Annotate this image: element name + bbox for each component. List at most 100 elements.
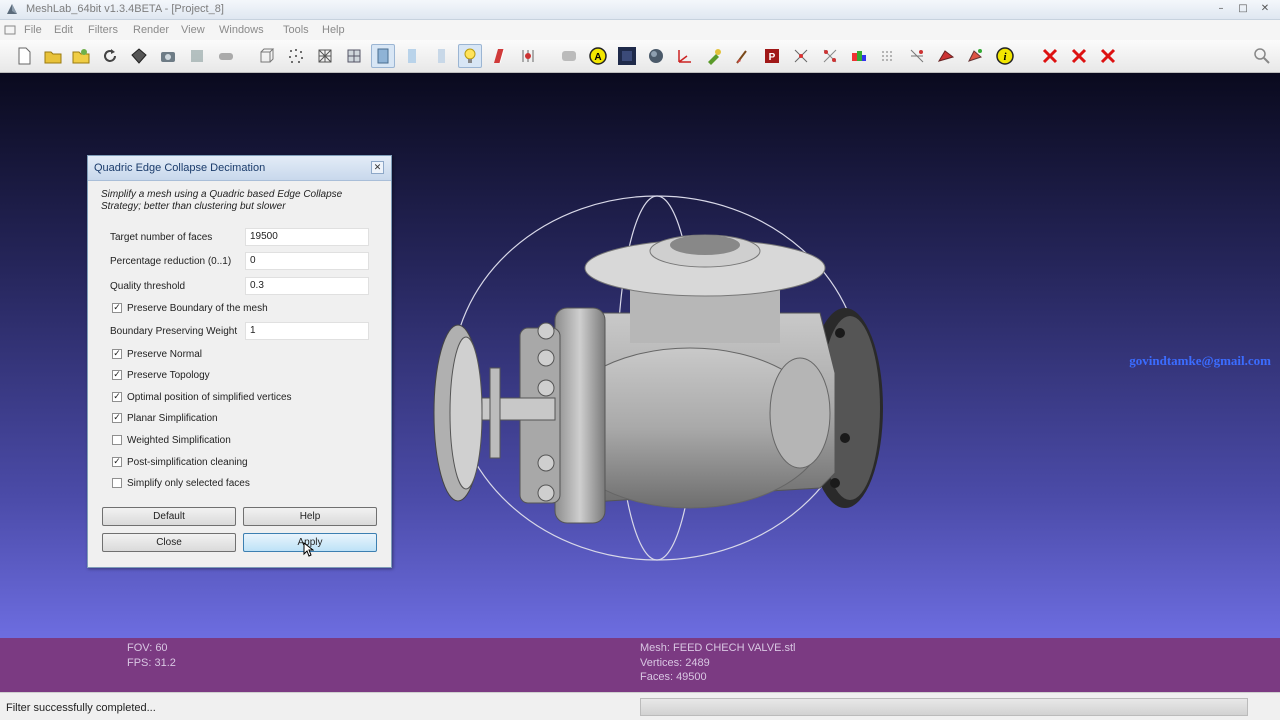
percentage-reduction-label: Percentage reduction (0..1)	[110, 256, 232, 267]
window-title: MeshLab_64bit v1.3.4BETA - [Project_8]	[26, 3, 224, 15]
open-mesh-icon[interactable]	[69, 44, 93, 68]
menu-tools[interactable]: Tools	[283, 24, 309, 36]
preserve-boundary-checkbox[interactable]: ✓ Preserve Boundary of the mesh	[112, 301, 268, 315]
dialog-close-icon[interactable]: ✕	[371, 161, 384, 174]
select-edit-icon[interactable]	[876, 44, 900, 68]
preserve-topology-checkbox[interactable]: ✓ Preserve Topology	[112, 368, 210, 382]
simplify-selected-check[interactable]	[112, 478, 122, 488]
quality-threshold-input[interactable]: 0.3	[245, 277, 369, 295]
face-count: Faces: 49500	[640, 671, 707, 683]
boundary-weight-label: Boundary Preserving Weight	[110, 326, 238, 337]
menu-filters[interactable]: Filters	[88, 24, 118, 36]
preserve-normal-checkbox[interactable]: ✓ Preserve Normal	[112, 347, 202, 361]
preserve-boundary-check[interactable]: ✓	[112, 303, 122, 313]
post-simplification-cleaning-checkbox[interactable]: ✓ Post-simplification cleaning	[112, 455, 248, 469]
weighted-simplification-check[interactable]	[112, 435, 122, 445]
main-toolbar: A P i	[0, 40, 1280, 73]
export-mesh-icon[interactable]	[127, 44, 151, 68]
menu-view[interactable]: View	[181, 24, 205, 36]
sphere-icon[interactable]	[644, 44, 668, 68]
bounding-box-icon[interactable]	[255, 44, 279, 68]
delete-vertices-icon[interactable]	[1096, 44, 1120, 68]
menu-windows[interactable]: Windows	[219, 24, 264, 36]
light-icon[interactable]	[458, 44, 482, 68]
measure-icon[interactable]	[934, 44, 958, 68]
planar-simplification-check[interactable]: ✓	[112, 413, 122, 423]
mdi-window-icon[interactable]	[4, 24, 16, 36]
status-bar: Filter successfully completed...	[0, 692, 1280, 720]
texture-icon[interactable]	[615, 44, 639, 68]
planar-simplification-label: Planar Simplification	[127, 412, 218, 424]
meshlab-app-icon	[7, 4, 17, 14]
weighted-simplification-checkbox[interactable]: Weighted Simplification	[112, 433, 231, 447]
title-bar: MeshLab_64bit v1.3.4BETA - [Project_8] –…	[0, 0, 1280, 20]
axis-icon[interactable]	[673, 44, 697, 68]
optimal-position-checkbox[interactable]: ✓ Optimal position of simplified vertice…	[112, 390, 292, 404]
magnifier-icon[interactable]	[1250, 44, 1274, 68]
optimal-position-check[interactable]: ✓	[112, 392, 122, 402]
delete-faces-icon[interactable]	[1067, 44, 1091, 68]
delete-selection-icon[interactable]	[1038, 44, 1062, 68]
wireframe-icon[interactable]	[313, 44, 337, 68]
fov-readout: FOV: 60	[127, 642, 168, 654]
point-picking-icon[interactable]	[963, 44, 987, 68]
smooth-shading-icon[interactable]	[429, 44, 453, 68]
annotation-icon[interactable]: A	[586, 44, 610, 68]
select-vertices-icon[interactable]	[789, 44, 813, 68]
post-simplification-cleaning-check[interactable]: ✓	[112, 457, 122, 467]
post-simplification-cleaning-label: Post-simplification cleaning	[127, 456, 248, 468]
vertex-count: Vertices: 2489	[640, 657, 710, 669]
open-project-icon[interactable]	[41, 44, 65, 68]
default-button[interactable]: Default	[102, 507, 236, 526]
svg-text:A: A	[594, 52, 601, 63]
mouse-cursor-icon	[303, 542, 314, 557]
select-faces-icon[interactable]	[818, 44, 842, 68]
info-plugin-icon[interactable]	[557, 44, 581, 68]
percentage-reduction-input[interactable]: 0	[245, 252, 369, 270]
menu-render[interactable]: Render	[133, 24, 169, 36]
snapshot-icon[interactable]	[156, 44, 180, 68]
hidden-lines-icon[interactable]	[342, 44, 366, 68]
maximize-icon[interactable]: □	[1234, 2, 1252, 16]
quality-threshold-label: Quality threshold	[110, 281, 186, 292]
weighted-simplification-label: Weighted Simplification	[127, 434, 231, 446]
layer-icon[interactable]: P	[760, 44, 784, 68]
simplify-selected-checkbox[interactable]: Simplify only selected faces	[112, 476, 250, 490]
help-button[interactable]: Help	[243, 507, 377, 526]
boundary-weight-input[interactable]: 1	[245, 322, 369, 340]
target-faces-label: Target number of faces	[110, 232, 213, 243]
close-mesh-icon[interactable]	[214, 44, 238, 68]
brush-icon[interactable]	[731, 44, 755, 68]
dialog-titlebar[interactable]: Quadric Edge Collapse Decimation ✕	[88, 156, 391, 181]
menu-bar: File Edit Filters Render View Windows To…	[0, 20, 1280, 40]
close-button[interactable]: Close	[102, 533, 236, 552]
watermark-email: govindtamke@gmail.com	[1129, 353, 1271, 368]
paint-icon[interactable]	[702, 44, 726, 68]
menu-edit[interactable]: Edit	[54, 24, 73, 36]
target-faces-input[interactable]: 19500	[245, 228, 369, 246]
fancy-lighting-icon[interactable]	[487, 44, 511, 68]
info-icon[interactable]: i	[993, 44, 1017, 68]
preserve-normal-check[interactable]: ✓	[112, 349, 122, 359]
color-icon[interactable]	[847, 44, 871, 68]
reload-icon[interactable]	[98, 44, 122, 68]
menu-help[interactable]: Help	[322, 24, 345, 36]
preserve-topology-label: Preserve Topology	[127, 369, 210, 381]
flat-shading-icon[interactable]	[371, 44, 395, 68]
flat-lines-icon[interactable]	[400, 44, 424, 68]
close-icon[interactable]: ✕	[1256, 2, 1274, 16]
planar-simplification-checkbox[interactable]: ✓ Planar Simplification	[112, 411, 218, 425]
points-render-icon[interactable]	[284, 44, 308, 68]
save-icon[interactable]	[185, 44, 209, 68]
backface-culling-icon[interactable]	[516, 44, 540, 68]
decimation-dialog: Quadric Edge Collapse Decimation ✕ Simpl…	[87, 155, 392, 568]
align-icon[interactable]	[905, 44, 929, 68]
new-project-icon[interactable]	[12, 44, 36, 68]
svg-text:P: P	[769, 52, 776, 63]
fps-readout: FPS: 31.2	[127, 657, 176, 669]
minimize-icon[interactable]: –	[1212, 2, 1230, 16]
mesh-name: Mesh: FEED CHECH VALVE.stl	[640, 642, 796, 654]
menu-file[interactable]: File	[24, 24, 42, 36]
dialog-title: Quadric Edge Collapse Decimation	[94, 162, 266, 174]
preserve-topology-check[interactable]: ✓	[112, 370, 122, 380]
